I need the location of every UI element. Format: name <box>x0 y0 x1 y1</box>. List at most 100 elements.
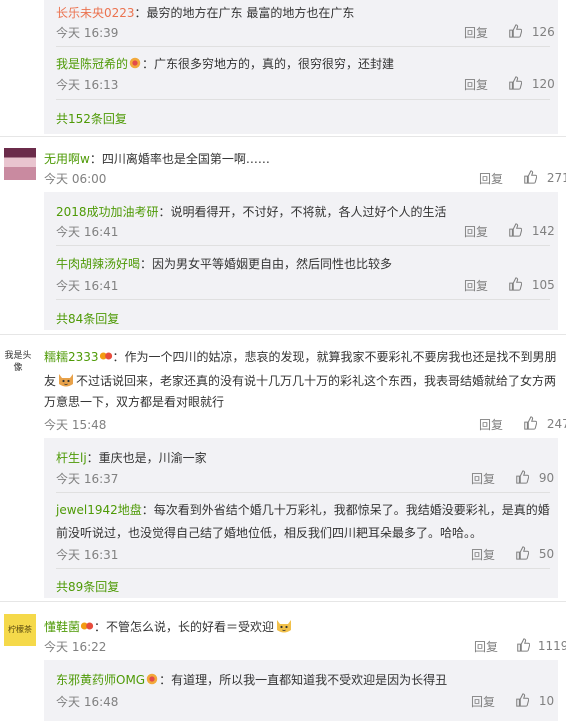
reply-button[interactable]: 回复 <box>464 277 488 294</box>
like-count: 126 <box>531 25 555 39</box>
like-button[interactable]: 142 <box>508 223 555 238</box>
like-button[interactable]: 120 <box>508 76 555 91</box>
sub-comment: 杆生lj：重庆也是，川渝一家 <box>56 449 207 466</box>
comment-text: ：说明看得开，不讨好，不将就，各人过好个人的生活 <box>158 205 447 219</box>
divider <box>56 245 550 246</box>
reply-button[interactable]: 回复 <box>464 223 488 240</box>
cat-emoji-icon <box>277 620 292 633</box>
vip-badge-icon <box>99 352 112 360</box>
like-button[interactable]: 247 <box>523 416 566 431</box>
reply-button[interactable]: 回复 <box>464 24 488 41</box>
divider <box>56 568 550 569</box>
like-count: 247 <box>546 417 566 431</box>
thumbs-up-icon <box>509 24 522 38</box>
thumbs-up-icon <box>516 546 529 560</box>
like-button[interactable]: 105 <box>508 277 555 292</box>
username-link[interactable]: 无用啊w <box>44 152 90 166</box>
username-link[interactable]: 东邪黄药师OMG <box>56 673 145 687</box>
comment-divider <box>0 136 566 137</box>
comment-text: ：因为男女平等婚姻更自由，然后同性也比较多 <box>140 257 393 271</box>
like-count: 142 <box>531 224 555 238</box>
reply-button[interactable]: 回复 <box>474 638 498 655</box>
thumbs-up-icon <box>509 277 522 291</box>
cat-emoji-icon <box>59 374 74 387</box>
like-button[interactable]: 1119 <box>516 638 566 653</box>
username-link[interactable]: 我是陈冠希的 <box>56 57 128 71</box>
divider <box>56 299 550 300</box>
reply-button[interactable]: 回复 <box>471 470 495 487</box>
comment-text: ：不管怎么说，长的好看＝受欢迎 <box>94 620 275 634</box>
username-link[interactable]: 长乐未央0223 <box>56 6 135 20</box>
comment-text: ：每次看到外省结个婚几十万彩礼，我都惊呆了。我结婚没要彩礼，是真的婚 <box>141 503 550 517</box>
more-replies-link[interactable]: 共84条回复 <box>56 310 119 327</box>
divider <box>56 99 550 100</box>
like-count: 1119 <box>537 639 566 653</box>
like-count: 10 <box>538 694 555 708</box>
reply-button[interactable]: 回复 <box>464 76 488 93</box>
comment-text: ：有道理，所以我一直都知道我不受欢迎是因为长得丑 <box>159 673 448 687</box>
comment: 糯糯2333 ：作为一个四川的姑凉，悲哀的发现，就算我家不要彩礼不要房我也还是找不… <box>44 348 557 365</box>
badge-icon <box>129 57 141 69</box>
like-count: 90 <box>538 471 555 485</box>
like-button[interactable]: 10 <box>515 693 554 708</box>
reply-button[interactable]: 回复 <box>471 546 495 563</box>
thumbs-up-icon <box>524 170 537 184</box>
sub-comments-panel <box>44 660 558 721</box>
comment-text-cont: 前没听说过，也没觉得自己结了婚地位低，相反我们四川耙耳朵最多了。哈哈。。 <box>56 526 483 540</box>
sub-comment: 东邪黄药师OMG ：有道理，所以我一直都知道我不受欢迎是因为长得丑 <box>56 671 447 688</box>
sub-comment: 我是陈冠希的 ：广东很多穷地方的，真的，很穷很穷，还封建 <box>56 55 394 72</box>
comment-text: ：作为一个四川的姑凉，悲哀的发现，就算我家不要彩礼不要房我也还是找不到男朋 <box>112 350 557 364</box>
username-link[interactable]: 杆生lj <box>56 451 87 465</box>
like-count: 271 <box>546 171 566 185</box>
vip-badge-icon <box>80 622 94 630</box>
thumbs-up-icon <box>516 693 529 707</box>
comment-text: ：广东很多穷地方的，真的，很穷很穷，还封建 <box>142 57 395 71</box>
like-button[interactable]: 50 <box>515 546 554 561</box>
like-button[interactable]: 271 <box>523 170 566 185</box>
like-count: 50 <box>538 547 555 561</box>
thumbs-up-icon <box>516 470 529 484</box>
timestamp: 今天 16:41 <box>56 225 119 239</box>
sub-comment: 长乐未央0223：最穷的地方在广东 最富的地方也在广东 <box>56 4 354 21</box>
reply-button[interactable]: 回复 <box>479 170 503 187</box>
timestamp: 今天 15:48 <box>44 418 107 432</box>
divider <box>56 492 550 493</box>
sub-comment: 2018成功加油考研：说明看得开，不讨好，不将就，各人过好个人的生活 <box>56 203 447 220</box>
badge-icon <box>146 673 158 685</box>
like-button[interactable]: 126 <box>508 24 555 39</box>
thumbs-up-icon <box>509 76 522 90</box>
comment-text: ：四川离婚率也是全国第一啊…… <box>89 152 270 166</box>
comment-text-cont: 万意思一下，双方都是看对眼就行 <box>44 395 225 409</box>
username-link[interactable]: jewel1942地盘 <box>56 503 142 517</box>
comment: 无用啊w：四川离婚率也是全国第一啊…… <box>44 150 270 167</box>
reply-button[interactable]: 回复 <box>479 416 503 433</box>
more-replies-link[interactable]: 共152条回复 <box>56 110 127 127</box>
timestamp: 今天 16:48 <box>56 695 119 709</box>
comment-divider <box>0 601 566 602</box>
timestamp: 今天 16:13 <box>56 78 119 92</box>
more-replies-link[interactable]: 共89条回复 <box>56 578 119 595</box>
comment-text: 不过话说回来，老家还真的没有说十几万几十万的彩礼这个东西，我表哥结婚就给了女方两 <box>76 374 557 388</box>
timestamp: 今天 16:39 <box>56 26 119 40</box>
timestamp: 今天 06:00 <box>44 172 107 186</box>
comment-divider <box>0 334 566 335</box>
username-link[interactable]: 糯糯2333 <box>44 350 99 364</box>
thumbs-up-icon <box>509 223 522 237</box>
comment-text: 友 <box>44 374 57 388</box>
avatar[interactable]: 柠檬茶 <box>4 614 36 646</box>
username-link[interactable]: 懂鞋菌 <box>44 620 80 634</box>
like-button[interactable]: 90 <box>515 470 554 485</box>
username-link[interactable]: 2018成功加油考研 <box>56 205 159 219</box>
comment-text: ：最穷的地方在广东 最富的地方也在广东 <box>134 6 355 20</box>
timestamp: 今天 16:31 <box>56 548 119 562</box>
thumbs-up-icon <box>524 416 537 430</box>
avatar[interactable]: 我是头像 <box>4 346 32 378</box>
thumbs-up-icon <box>517 638 530 652</box>
username-link[interactable]: 牛肉胡辣汤好喝 <box>56 257 140 271</box>
avatar[interactable] <box>4 148 36 180</box>
reply-button[interactable]: 回复 <box>471 693 495 710</box>
divider <box>56 46 550 47</box>
like-count: 105 <box>531 278 555 292</box>
sub-comment: 牛肉胡辣汤好喝：因为男女平等婚姻更自由，然后同性也比较多 <box>56 255 392 272</box>
like-count: 120 <box>531 77 555 91</box>
